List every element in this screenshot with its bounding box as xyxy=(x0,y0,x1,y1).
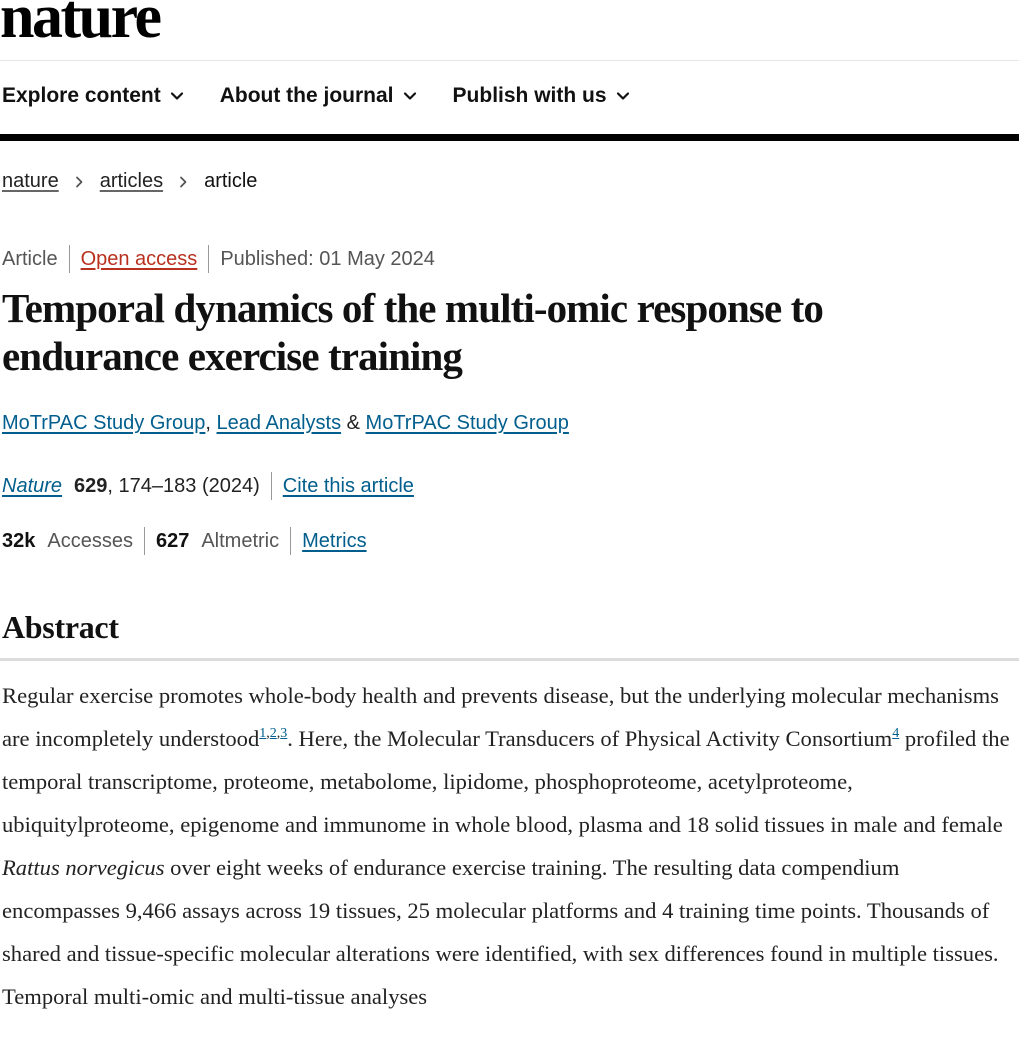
author-link[interactable]: Lead Analysts xyxy=(217,412,342,434)
metrics-row: 32k Accesses 627 Altmetric Metrics xyxy=(2,527,367,555)
abstract-heading: Abstract xyxy=(2,609,119,645)
abstract-text-part: . Here, the Molecular Transducers of Phy… xyxy=(287,726,893,751)
article-title: Temporal dynamics of the multi-omic resp… xyxy=(2,285,824,379)
breadcrumb-articles-link[interactable]: articles xyxy=(100,170,163,193)
chevron-right-icon xyxy=(180,176,187,187)
altmetric-score: 627 xyxy=(155,529,190,552)
metrics-link[interactable]: Metrics xyxy=(302,530,366,553)
volume-number: 629 xyxy=(74,474,108,497)
accesses-label: Accesses xyxy=(47,529,133,552)
breadcrumb-current: article xyxy=(204,170,258,192)
reference-link[interactable]: 2 xyxy=(270,726,277,741)
article-meta: Article Open access Published: 01 May 20… xyxy=(2,245,435,273)
reference-superscript: 1,2,3 xyxy=(259,726,288,741)
nature-logo[interactable]: nature xyxy=(0,0,162,48)
chevron-right-icon xyxy=(75,176,83,187)
nav-publish-with-us-label: Publish with us xyxy=(452,84,607,107)
accesses-count: 32k xyxy=(2,529,36,552)
nav-explore-content-label: Explore content xyxy=(2,84,161,107)
divider xyxy=(143,527,145,555)
nav-explore-content[interactable]: Explore content xyxy=(2,84,184,108)
chevron-down-icon xyxy=(170,92,183,100)
main-nav: Explore content About the journal Publis… xyxy=(2,84,666,108)
author-list: MoTrPAC Study Group, Lead Analysts & MoT… xyxy=(2,412,569,435)
open-access-link[interactable]: Open access xyxy=(81,248,198,271)
abstract-divider xyxy=(0,658,1019,661)
abstract-text: Regular exercise promotes whole-body hea… xyxy=(2,674,1012,1018)
citation-row: Nature 629 , 174–183 (2024) Cite this ar… xyxy=(2,472,414,500)
article-type: Article xyxy=(2,247,58,270)
breadcrumb: nature articles article xyxy=(2,170,257,193)
cite-this-article-link[interactable]: Cite this article xyxy=(283,475,414,498)
nav-about-journal-label: About the journal xyxy=(219,84,394,107)
author-link[interactable]: MoTrPAC Study Group xyxy=(2,412,205,434)
altmetric-label: Altmetric xyxy=(201,529,280,552)
breadcrumb-nature-link[interactable]: nature xyxy=(2,170,59,193)
divider xyxy=(270,472,272,500)
divider xyxy=(68,245,70,273)
published-date: Published: 01 May 2024 xyxy=(220,247,435,270)
nav-divider xyxy=(0,134,1019,141)
author-separator: & xyxy=(346,412,360,434)
nav-about-journal[interactable]: About the journal xyxy=(220,84,417,108)
species-name: Rattus norvegicus xyxy=(2,855,165,880)
author-link[interactable]: MoTrPAC Study Group xyxy=(366,412,569,434)
reference-link[interactable]: 1 xyxy=(259,726,266,741)
nav-publish-with-us[interactable]: Publish with us xyxy=(453,84,630,108)
chevron-down-icon xyxy=(616,92,629,100)
author-separator: , xyxy=(205,412,211,434)
header-divider xyxy=(0,60,1019,61)
journal-link[interactable]: Nature xyxy=(2,475,62,498)
chevron-down-icon xyxy=(403,92,416,100)
pages-year: , 174–183 (2024) xyxy=(107,474,260,497)
divider xyxy=(290,527,292,555)
divider xyxy=(208,245,210,273)
